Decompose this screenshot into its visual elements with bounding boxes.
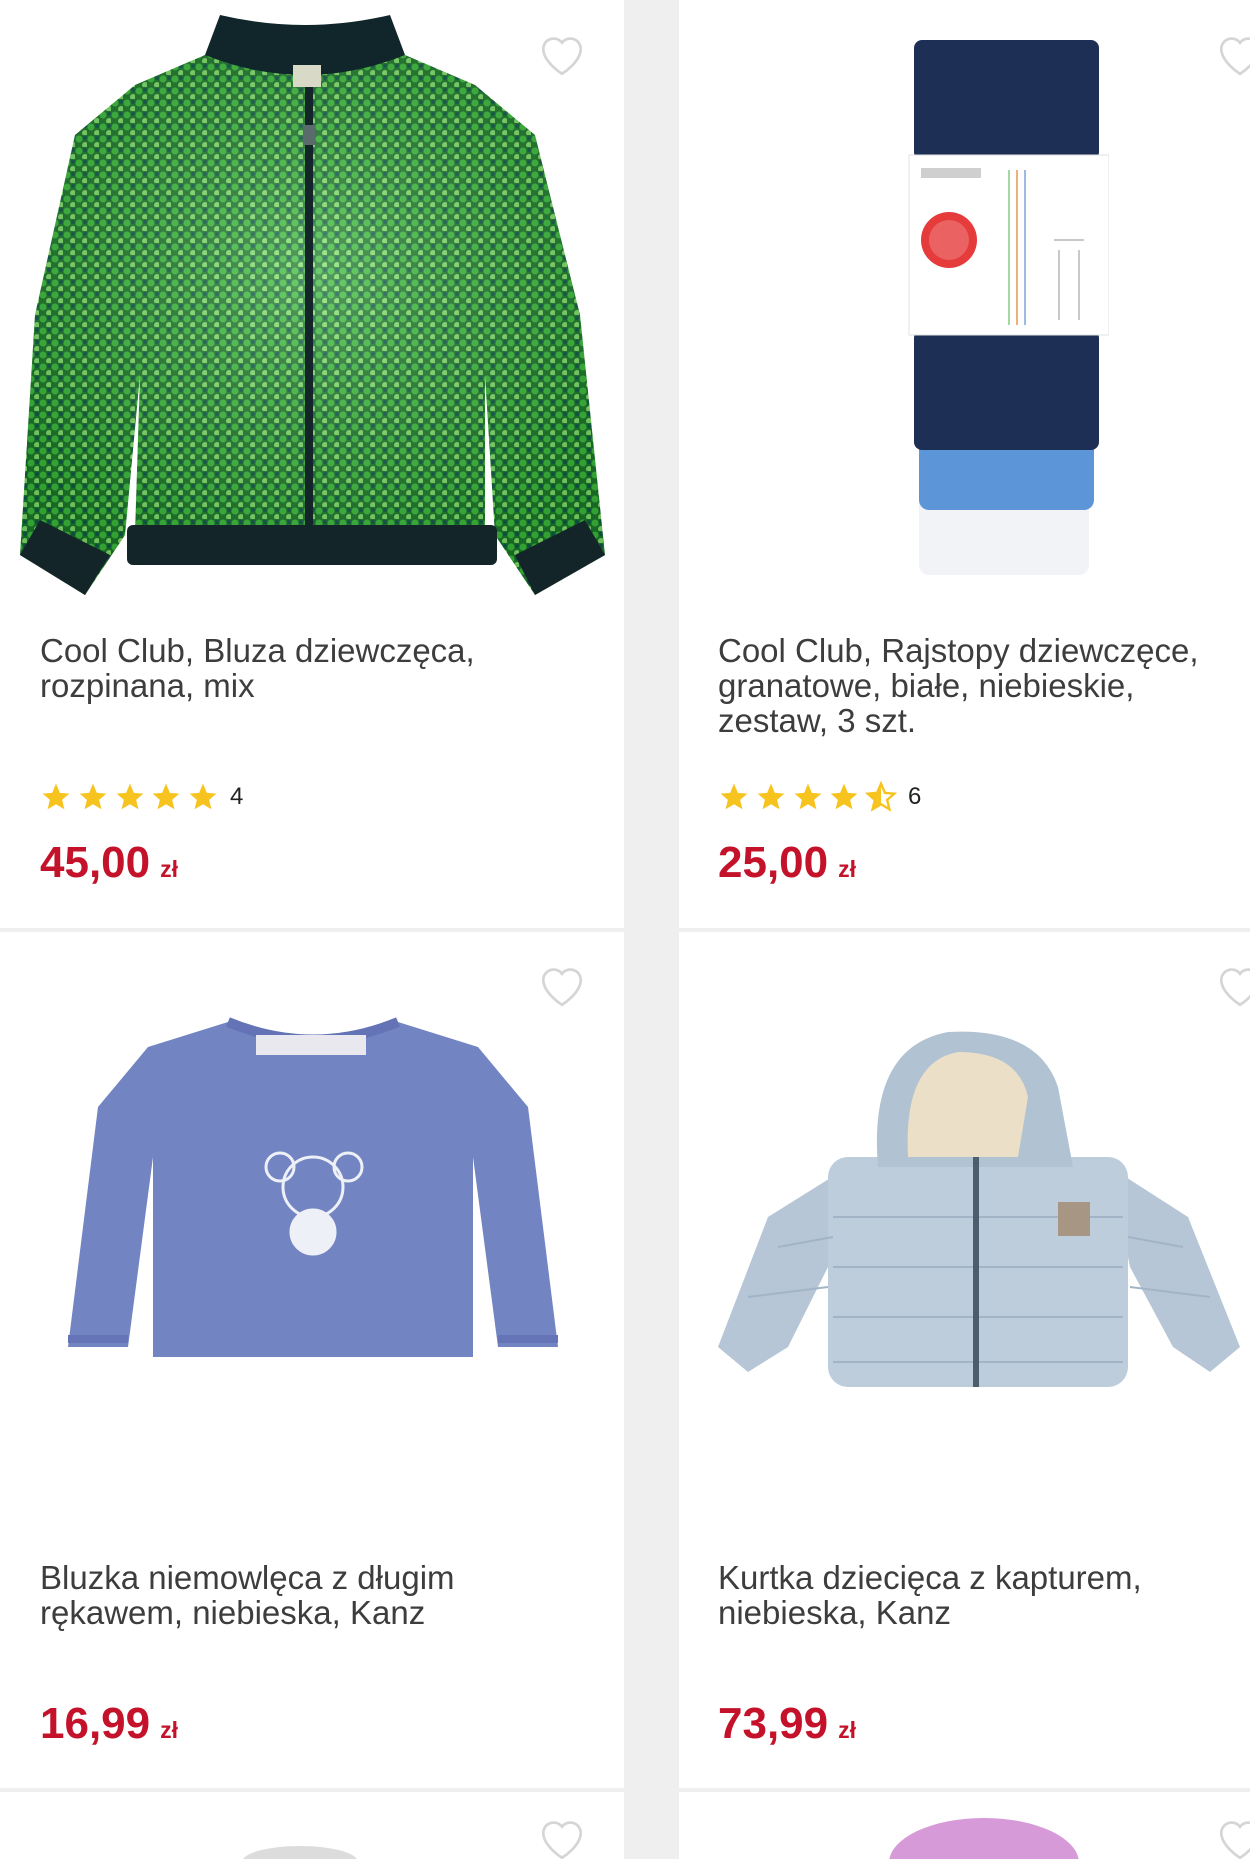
currency-label: zł xyxy=(838,856,856,882)
product-image-baby-top[interactable] xyxy=(68,1017,558,1362)
product-image-partial[interactable] xyxy=(240,1842,360,1859)
product-name[interactable]: Bluzka niemowlęca z długim rękawem, nieb… xyxy=(40,1560,600,1630)
heart-outline-icon[interactable] xyxy=(537,962,587,1008)
currency-label: zł xyxy=(160,1717,178,1743)
product-image-sequin-jacket[interactable] xyxy=(15,15,610,615)
rating-stars: 4 xyxy=(40,781,243,813)
star-icon xyxy=(189,783,217,810)
heart-outline-icon[interactable] xyxy=(1215,31,1250,77)
product-card[interactable]: Bluzka niemowlęca z długim rękawem, nieb… xyxy=(0,932,624,1788)
product-price: 16,99 zł xyxy=(40,1699,178,1749)
star-icon xyxy=(720,783,748,810)
product-image-tights[interactable] xyxy=(899,40,1110,580)
rating-count: 4 xyxy=(229,783,244,810)
star-icon xyxy=(794,783,821,810)
currency-label: zł xyxy=(838,1717,856,1743)
rating-stars: 6 xyxy=(718,781,921,813)
star-icon xyxy=(79,783,107,810)
price-amount: 73,99 xyxy=(718,1699,829,1748)
star-icon xyxy=(42,783,70,810)
product-price: 25,00 zł xyxy=(718,838,856,888)
product-card[interactable] xyxy=(679,1792,1250,1859)
product-image-partial[interactable] xyxy=(884,1808,1084,1859)
product-card[interactable] xyxy=(0,1792,624,1859)
price-amount: 16,99 xyxy=(40,1699,151,1748)
product-card[interactable]: Cool Club, Rajstopy dziewczęce, granatow… xyxy=(679,0,1250,928)
product-name[interactable]: Kurtka dziecięca z kapturem, niebieska, … xyxy=(718,1560,1248,1630)
heart-outline-icon[interactable] xyxy=(1215,1815,1250,1859)
heart-outline-icon[interactable] xyxy=(1215,962,1250,1008)
product-card[interactable]: Cool Club, Bluza dziewczęca, rozpinana, … xyxy=(0,0,624,928)
price-amount: 45,00 xyxy=(40,838,151,887)
star-half-icon xyxy=(865,781,898,812)
star-icon xyxy=(116,783,143,810)
product-name[interactable]: Cool Club, Rajstopy dziewczęce, granatow… xyxy=(718,633,1248,738)
product-name[interactable]: Cool Club, Bluza dziewczęca, rozpinana, … xyxy=(40,633,600,703)
heart-outline-icon[interactable] xyxy=(537,1815,587,1859)
product-price: 73,99 zł xyxy=(718,1699,856,1749)
currency-label: zł xyxy=(160,856,178,882)
rating-count: 6 xyxy=(907,783,922,810)
product-price: 45,00 zł xyxy=(40,838,178,888)
star-icon xyxy=(831,783,858,810)
star-icon xyxy=(153,783,180,810)
product-image-puffer-jacket[interactable] xyxy=(718,1027,1240,1397)
star-icon xyxy=(757,783,785,810)
product-card[interactable]: Kurtka dziecięca z kapturem, niebieska, … xyxy=(679,932,1250,1788)
price-amount: 25,00 xyxy=(718,838,829,887)
